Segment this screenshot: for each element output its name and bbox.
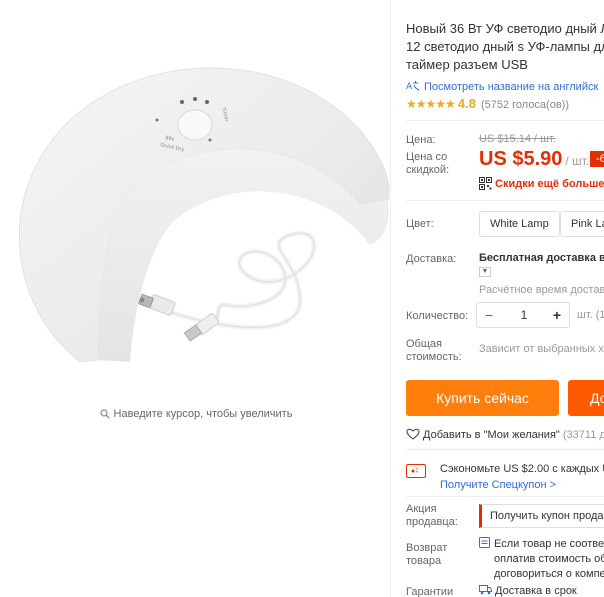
get-seller-coupon-button[interactable]: Получить купон продав — [479, 504, 604, 528]
add-to-cart-button[interactable]: До — [568, 380, 604, 416]
divider — [406, 120, 604, 121]
wishlist-count: (33711 до — [562, 429, 604, 441]
color-option-pink[interactable]: Pink La — [560, 211, 604, 237]
divider — [406, 496, 604, 497]
return-line: договориться о компе — [494, 568, 604, 580]
coupon-save-text: Сэкономьте US $2.00 с каждых US — [440, 463, 604, 475]
stock-info: шт. (16 — [577, 309, 604, 321]
quantity-decrease-button[interactable]: − — [477, 303, 501, 327]
truck-icon — [479, 585, 492, 595]
return-label: Возврат товара — [406, 542, 448, 567]
magnifier-icon — [99, 409, 110, 419]
sale-price-label: Цена со скидкой: — [406, 151, 450, 176]
sale-price: US $5.90/ шт. — [479, 148, 589, 171]
vote-count: (5752 голоса(ов)) — [480, 99, 570, 111]
translate-link-text: Посмотреть название на английск — [424, 81, 599, 93]
title-line: 12 светодио дный s УФ-лампы дл — [406, 39, 604, 54]
rating[interactable]: ★★★★★ 4.8 (5752 голоса(ов)) — [406, 96, 569, 111]
qr-code-icon — [479, 177, 492, 190]
total-value: Зависит от выбранных хар — [479, 343, 604, 355]
delivery-label: Доставка: — [406, 253, 457, 265]
translate-icon: A — [406, 81, 420, 92]
product-title: Новый 36 Вт УФ светодио дный Л 12 светод… — [406, 20, 604, 74]
buy-now-button[interactable]: Купить сейчас — [406, 380, 559, 416]
seller-promo-label: Акция продавца: — [406, 503, 458, 528]
quantity-input[interactable]: 1 — [501, 303, 547, 327]
zoom-hint: Наведите курсор, чтобы увеличить — [0, 408, 392, 420]
color-label: Цвет: — [406, 218, 434, 230]
add-to-wishlist[interactable]: Добавить в "Мои желания" (33711 до — [406, 428, 604, 441]
price-unit: / шт. — [565, 154, 590, 168]
guarantee-label: Гарантии — [406, 586, 454, 597]
return-line: Если товар не соответ — [494, 538, 604, 550]
shield-icon — [479, 537, 490, 548]
coupon-text: Скидки ещё больше в — [495, 178, 604, 190]
quantity-label: Количество: — [406, 310, 469, 322]
total-label: Общая стоимость: — [406, 338, 462, 363]
translate-link[interactable]: A Посмотреть название на английск — [406, 80, 598, 93]
coupon-icon — [406, 464, 426, 478]
wishlist-text: Добавить в "Мои желания" — [423, 429, 560, 441]
delivery-option[interactable]: Бесплатная доставка в I — [479, 252, 604, 264]
product-gallery: 99s Quick Dry Timer Наведите курсор, что… — [0, 0, 392, 597]
heart-icon — [406, 428, 420, 440]
title-line: Новый 36 Вт УФ светодио дный Л — [406, 21, 604, 36]
delivery-time: Расчётное время доставк — [479, 284, 604, 296]
return-policy: Если товар не соответ оплатив стоимость … — [479, 537, 604, 582]
title-line: таймер разъем USB — [406, 57, 528, 72]
color-option-white[interactable]: White Lamp — [479, 211, 560, 237]
get-coupon-link[interactable]: Получите Спецкупон > — [440, 479, 556, 491]
sale-price-value: US $5.90 — [479, 148, 563, 170]
product-info: Новый 36 Вт УФ светодио дный Л 12 светод… — [397, 0, 604, 597]
old-price: US $15.14 / шт. — [479, 133, 556, 145]
divider — [406, 449, 604, 450]
guarantee-info: Доставка в срок — [479, 584, 577, 597]
quantity-stepper: − 1 + — [476, 302, 570, 328]
svg-text:A: A — [406, 82, 413, 92]
chevron-down-icon[interactable]: ▼ — [479, 267, 491, 277]
star-rating-icon: ★★★★★ — [406, 97, 456, 111]
divider — [390, 0, 391, 597]
product-image[interactable]: 99s Quick Dry Timer — [0, 0, 392, 390]
divider — [406, 200, 604, 201]
app-coupon-link[interactable]: Скидки ещё больше в — [479, 177, 604, 190]
rating-value: 4.8 — [457, 96, 476, 111]
guarantee-text: Доставка в срок — [495, 585, 577, 597]
zoom-hint-text: Наведите курсор, чтобы увеличить — [113, 408, 293, 420]
quantity-increase-button[interactable]: + — [545, 303, 569, 327]
price-label: Цена: — [406, 134, 436, 146]
discount-badge: -6 — [590, 151, 604, 167]
return-line: оплатив стоимость об — [494, 553, 604, 565]
